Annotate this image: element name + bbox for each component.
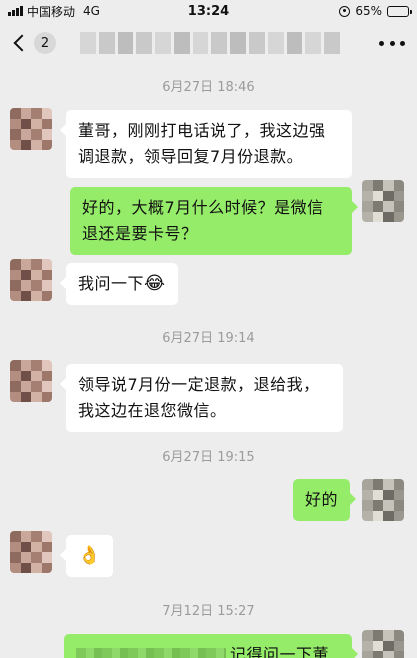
- incoming-message[interactable]: 领导说7月份一定退款，退给我，我这边在退您微信。: [60, 364, 343, 432]
- timestamp: 6月27日 19:14: [162, 331, 255, 346]
- timestamp: 6月27日 19:15: [162, 450, 255, 465]
- message-text: 领导说7月份一定退款，退给我，我这边在退您微信。: [78, 375, 320, 420]
- back-button[interactable]: 2: [10, 28, 56, 58]
- chat-header: 2: [0, 22, 417, 64]
- redacted-text: [76, 647, 226, 658]
- my-avatar[interactable]: [362, 630, 404, 658]
- message-text: 我问一下: [78, 274, 145, 293]
- orientation-lock-icon: [339, 5, 351, 17]
- contact-avatar[interactable]: [10, 108, 52, 150]
- chevron-left-icon: [13, 34, 31, 52]
- chat-title-redacted: [80, 32, 340, 54]
- network-label: 4G: [83, 4, 100, 18]
- timestamp: 7月12日 15:27: [162, 604, 255, 619]
- ok-hand-emoji-icon: 👌: [78, 545, 101, 566]
- outgoing-message[interactable]: 好的: [293, 479, 357, 521]
- carrier-label: 中国移动: [27, 4, 76, 19]
- status-bar: 中国移动 4G 13:24 65%: [0, 0, 417, 22]
- message-text: 好的，大概7月什么时候？是微信退还是要卡号？: [82, 198, 324, 243]
- battery-icon: [387, 5, 412, 17]
- message-text: 好的: [305, 490, 339, 509]
- my-avatar[interactable]: [362, 479, 404, 521]
- more-button[interactable]: [379, 32, 405, 54]
- message-text: 董哥，刚刚打电话说了，我这边强调退款，领导回复7月份退款。: [78, 121, 326, 166]
- contact-avatar[interactable]: [10, 531, 52, 573]
- contact-avatar[interactable]: [10, 259, 52, 301]
- incoming-message[interactable]: 董哥，刚刚打电话说了，我这边强调退款，领导回复7月份退款。: [60, 110, 352, 178]
- laughing-tears-emoji-icon: 😂: [144, 273, 166, 294]
- my-avatar[interactable]: [362, 180, 404, 222]
- unread-count-badge: 2: [34, 32, 56, 54]
- signal-icon: [8, 6, 23, 16]
- incoming-message[interactable]: 👌: [60, 535, 113, 577]
- ellipsis-icon: [379, 40, 384, 46]
- battery-percent: 65%: [355, 4, 382, 18]
- outgoing-message[interactable]: 记得问一下董哥: [64, 634, 358, 658]
- incoming-message[interactable]: 我问一下😂: [60, 263, 178, 305]
- outgoing-message[interactable]: 好的，大概7月什么时候？是微信退还是要卡号？: [70, 187, 358, 255]
- contact-avatar[interactable]: [10, 360, 52, 402]
- timestamp: 6月27日 18:46: [162, 80, 255, 95]
